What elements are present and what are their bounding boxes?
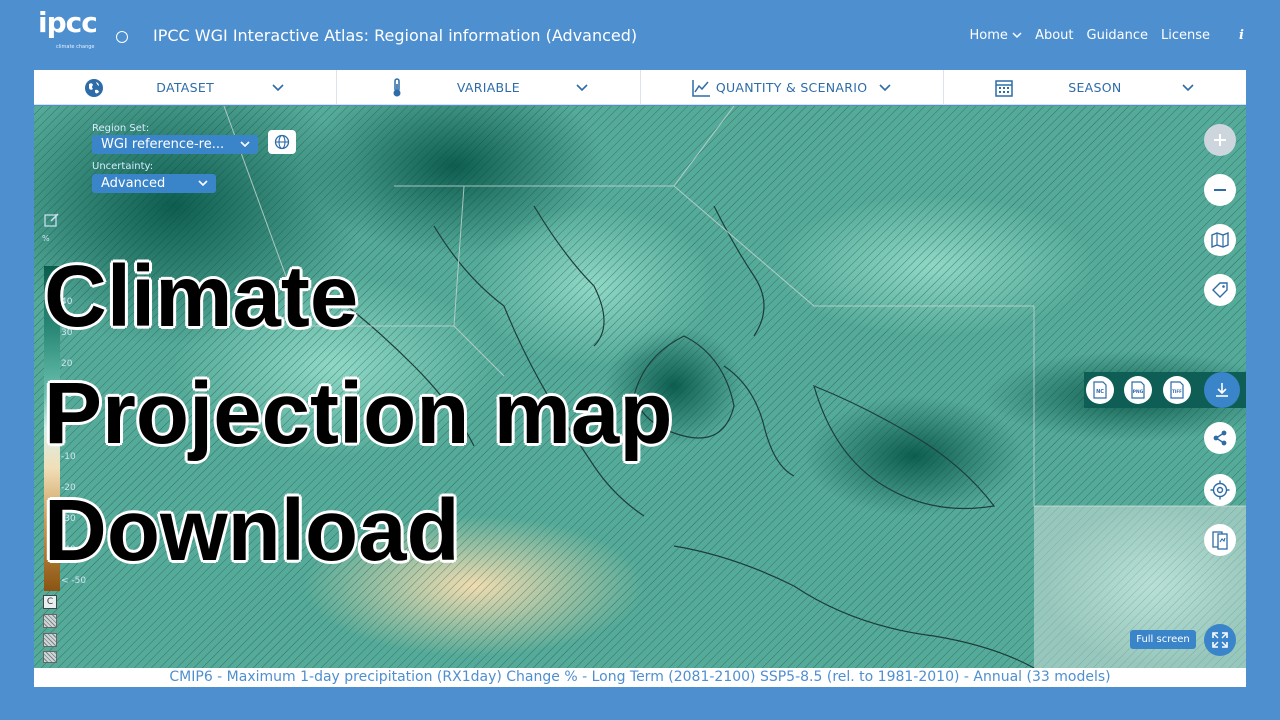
expand-icon: [1212, 632, 1228, 648]
zoom-in-button[interactable]: [1204, 124, 1236, 156]
globe-icon: [274, 134, 290, 150]
nav-license[interactable]: License: [1161, 28, 1210, 43]
chevron-down-icon: [198, 180, 208, 187]
base-map-button[interactable]: [1204, 224, 1236, 256]
nav-home-label: Home: [969, 28, 1008, 43]
png-file-icon: PNG: [1131, 381, 1145, 399]
png-format-label: PNG: [1133, 389, 1144, 395]
nav-home[interactable]: Home: [970, 28, 1023, 43]
compare-icon: [1212, 531, 1228, 550]
tiff-file-icon: TIFF: [1170, 381, 1184, 399]
legend-hatch-swatch: [43, 614, 57, 628]
legend-hatch-swatch: [43, 633, 57, 647]
un-seals-icon: [116, 28, 144, 43]
plus-icon: [1214, 134, 1226, 146]
crosshair-icon: [1210, 480, 1230, 500]
overlay-line-3: Download: [44, 482, 460, 579]
compare-maps-button[interactable]: [1204, 524, 1236, 556]
map-icon: [1211, 231, 1229, 249]
download-png-button[interactable]: PNG: [1124, 376, 1152, 404]
overlay-line-1: Climate: [44, 248, 359, 345]
share-icon: [1213, 430, 1227, 446]
labels-button[interactable]: [1204, 274, 1236, 306]
variable-dropdown[interactable]: VARIABLE: [337, 70, 641, 104]
download-button[interactable]: [1204, 372, 1240, 408]
nc-file-icon: NC: [1093, 381, 1107, 399]
nav-guidance[interactable]: Guidance: [1087, 28, 1149, 43]
selection-toolbar: DATASET VARIABLE QUANTITY & SCENARIO SEA…: [34, 70, 1246, 105]
full-screen-tooltip: Full screen: [1130, 630, 1196, 649]
legend-c-box: C: [43, 595, 57, 609]
video-overlay-title: Climate Projection map Download: [44, 238, 944, 589]
chevron-down-icon: [272, 84, 284, 92]
locate-button[interactable]: [1204, 474, 1236, 506]
logo-text: ipcc: [38, 6, 98, 39]
download-icon: [1216, 383, 1228, 397]
tag-icon: [1212, 282, 1228, 298]
chevron-down-icon: [575, 84, 588, 92]
ipcc-logo[interactable]: ipcc climate change: [38, 8, 108, 64]
overlay-line-2: Projection map: [44, 365, 673, 462]
logo-subtext: climate change: [56, 44, 95, 50]
variable-label: VARIABLE: [456, 79, 520, 95]
nc-format-label: NC: [1096, 389, 1104, 395]
top-header: ipcc climate change IPCC WGI Interactive…: [0, 0, 1280, 70]
page-title: IPCC WGI Interactive Atlas: Regional inf…: [153, 26, 638, 45]
nav-about[interactable]: About: [1035, 28, 1073, 43]
season-label: SEASON: [1068, 79, 1122, 95]
download-nc-button[interactable]: NC: [1086, 376, 1114, 404]
region-set-label: Region Set:: [92, 123, 150, 134]
region-set-value: WGI reference-re...: [101, 137, 225, 152]
uncertainty-value: Advanced: [101, 176, 166, 191]
download-tiff-button[interactable]: TIFF: [1163, 376, 1191, 404]
quantity-scenario-dropdown[interactable]: QUANTITY & SCENARIO: [641, 70, 944, 104]
minus-icon: [1214, 189, 1226, 191]
chevron-down-icon: [240, 141, 250, 148]
edit-legend-icon[interactable]: [44, 212, 60, 228]
share-button[interactable]: [1204, 422, 1236, 454]
uncertainty-label: Uncertainty:: [92, 161, 154, 172]
chevron-down-icon: [879, 84, 891, 92]
tiff-format-label: TIFF: [1172, 389, 1182, 394]
quantity-scenario-label: QUANTITY & SCENARIO: [715, 79, 868, 95]
uncertainty-select[interactable]: Advanced: [92, 174, 216, 193]
region-set-select[interactable]: WGI reference-re...: [92, 135, 258, 154]
full-screen-button[interactable]: [1204, 624, 1236, 656]
dataset-dropdown[interactable]: DATASET: [34, 70, 338, 104]
zoom-out-button[interactable]: [1204, 174, 1236, 206]
chevron-down-icon: [1182, 84, 1194, 92]
info-icon[interactable]: i: [1239, 28, 1244, 43]
region-globe-button[interactable]: [268, 130, 296, 154]
dataset-label: DATASET: [156, 79, 215, 95]
season-dropdown[interactable]: SEASON: [944, 70, 1246, 104]
top-nav: Home About Guidance License i: [970, 28, 1244, 43]
legend-hatch-swatch: [43, 651, 57, 663]
map-caption: CMIP6 - Maximum 1-day precipitation (RX1…: [34, 668, 1246, 687]
chevron-down-icon: [1012, 32, 1022, 39]
